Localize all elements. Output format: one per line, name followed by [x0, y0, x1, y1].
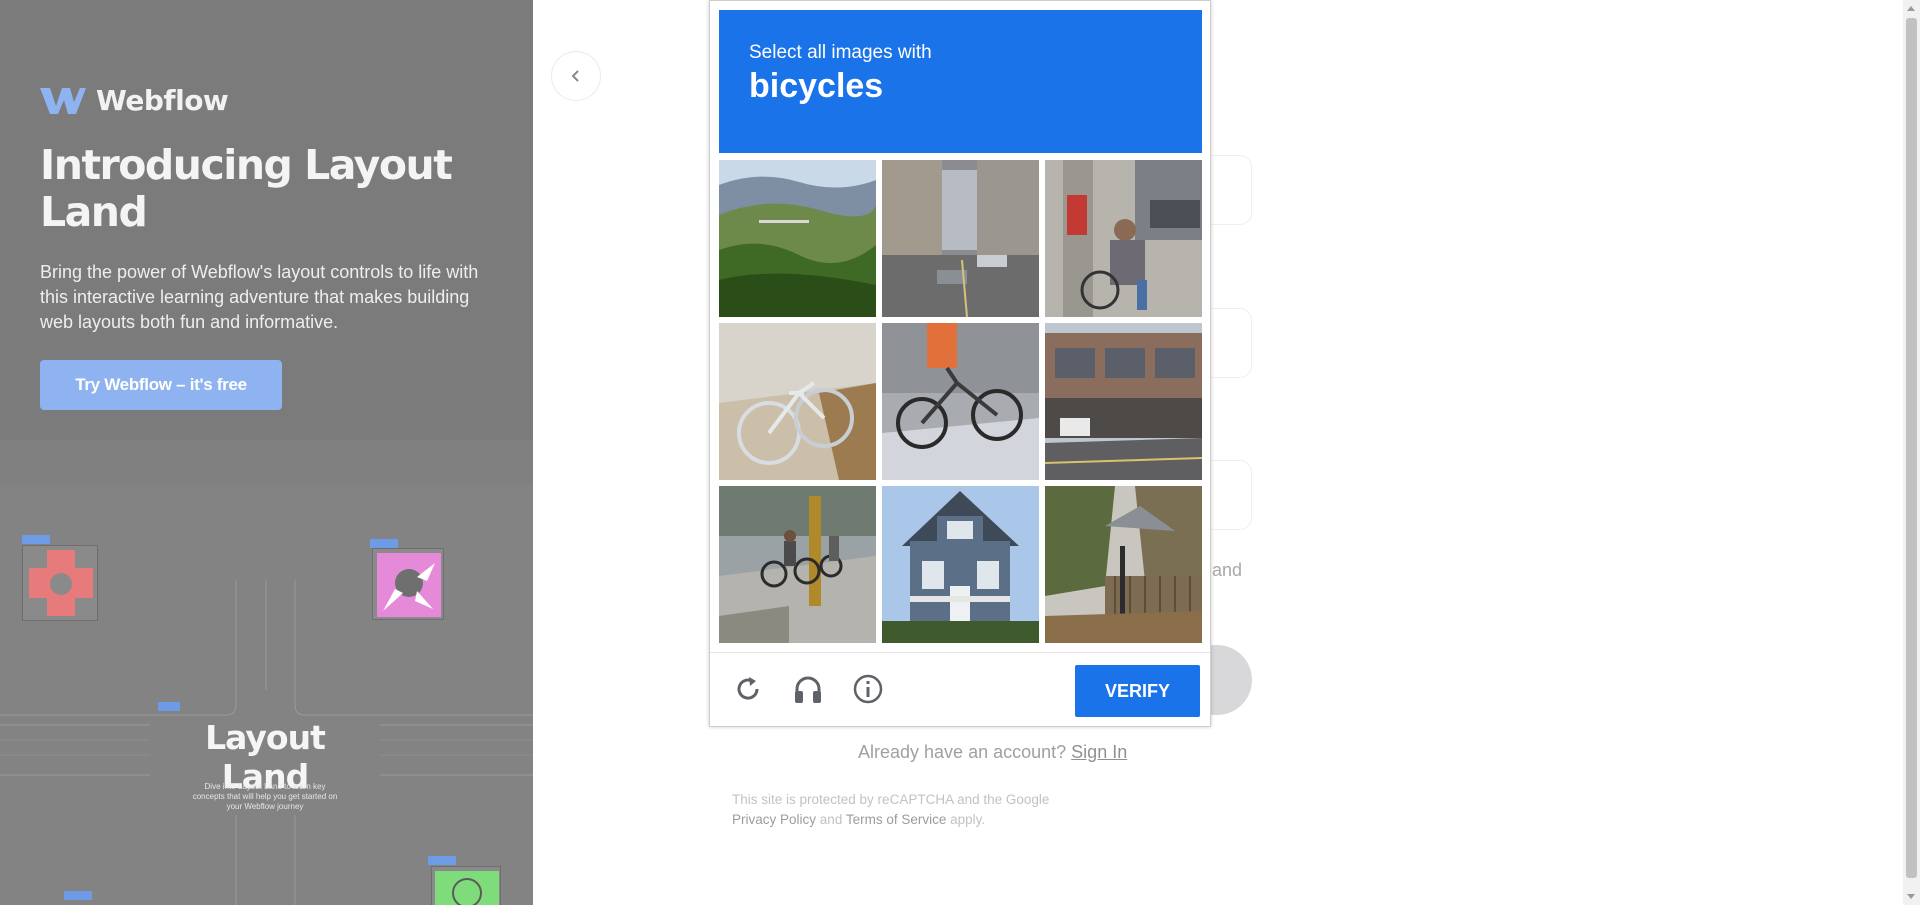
recaptcha-challenge: Select all images with bicycles VERIFY: [709, 0, 1211, 727]
privacy-policy-link[interactable]: Privacy Policy: [732, 812, 816, 827]
headphones-icon: [795, 676, 821, 703]
promo-divider-band: [0, 440, 533, 485]
layout-tag-3: [158, 702, 180, 711]
person-bicycle-image: [1045, 160, 1202, 317]
info-icon: [853, 674, 883, 704]
layout-land-description: Dive into Layout Land to learn key conce…: [192, 782, 338, 811]
recaptcha-notice-line1: This site is protected by reCAPTCHA and …: [732, 792, 1050, 807]
promo-title: Introducing Layout Land: [40, 141, 453, 236]
captcha-tile-bicycle-sidewalk[interactable]: [719, 323, 876, 480]
try-webflow-button[interactable]: Try Webflow – it's free: [40, 360, 282, 410]
reload-icon: [737, 677, 759, 700]
captcha-tile-hillside[interactable]: [719, 160, 876, 317]
trees-fence-image: [1045, 486, 1202, 643]
layout-tag-5: [64, 891, 92, 900]
layout-tile-green: [431, 866, 501, 905]
terms-of-service-link[interactable]: Terms of Service: [846, 812, 947, 827]
signin-link[interactable]: Sign In: [1071, 742, 1127, 762]
signin-prompt-text: Already have an account?: [858, 742, 1067, 762]
recaptcha-notice: This site is protected by reCAPTCHA and …: [732, 790, 1049, 830]
captcha-tile-blue-house[interactable]: [882, 486, 1039, 643]
captcha-tile-bicycle-sign[interactable]: [882, 323, 1039, 480]
hillside-image: [719, 160, 876, 317]
captcha-header: Select all images with bicycles: [719, 10, 1202, 153]
layout-tag-2: [370, 539, 398, 548]
layout-tile-red: [22, 545, 98, 621]
promo-panel: Webflow Introducing Layout Land Bring th…: [0, 0, 533, 905]
webflow-logo: Webflow: [40, 84, 229, 117]
back-button[interactable]: [551, 51, 601, 101]
info-button[interactable]: [850, 671, 886, 707]
layout-tile-pink-icon: [377, 553, 441, 617]
scroll-thumb[interactable]: [1906, 18, 1917, 878]
city-street-image: [882, 160, 1039, 317]
audio-challenge-button[interactable]: [790, 671, 826, 707]
captcha-tile-city-street[interactable]: [882, 160, 1039, 317]
bicycle-sign-image: [882, 323, 1039, 480]
scroll-down-arrow[interactable]: [1907, 894, 1915, 899]
captcha-tile-cyclists[interactable]: [719, 486, 876, 643]
reload-button[interactable]: [730, 671, 766, 707]
logo-text: Webflow: [96, 84, 229, 117]
captcha-footer: VERIFY: [710, 652, 1210, 726]
layout-tile-pink: [372, 548, 444, 620]
terms-partial-text: and: [1212, 560, 1243, 580]
chevron-left-icon: [571, 70, 579, 82]
captcha-tile-person-bicycle[interactable]: [1045, 160, 1202, 317]
storefront-image: [1045, 323, 1202, 480]
and-word: and: [819, 812, 843, 827]
layout-tile-red-icon: [29, 550, 93, 616]
layout-tag-1: [22, 535, 50, 544]
captcha-image-grid: [719, 160, 1202, 643]
captcha-instruction: Select all images with: [749, 42, 932, 63]
webflow-logo-icon: [40, 87, 86, 114]
promo-description: Bring the power of Webflow's layout cont…: [40, 262, 479, 332]
bicycle-sidewalk-image: [719, 323, 876, 480]
verify-button[interactable]: VERIFY: [1075, 665, 1200, 717]
captcha-tile-storefront[interactable]: [1045, 323, 1202, 480]
captcha-target: bicycles: [749, 67, 884, 105]
layout-tag-4: [428, 856, 456, 865]
captcha-tile-trees-fence[interactable]: [1045, 486, 1202, 643]
signin-prompt: Already have an account? Sign In: [858, 742, 1127, 763]
blue-house-image: [882, 486, 1039, 643]
apply-word: apply.: [950, 812, 986, 827]
layout-tile-green-icon: [435, 871, 499, 905]
scroll-up-arrow[interactable]: [1907, 6, 1915, 11]
page-scrollbar[interactable]: [1903, 0, 1920, 905]
cyclists-image: [719, 486, 876, 643]
